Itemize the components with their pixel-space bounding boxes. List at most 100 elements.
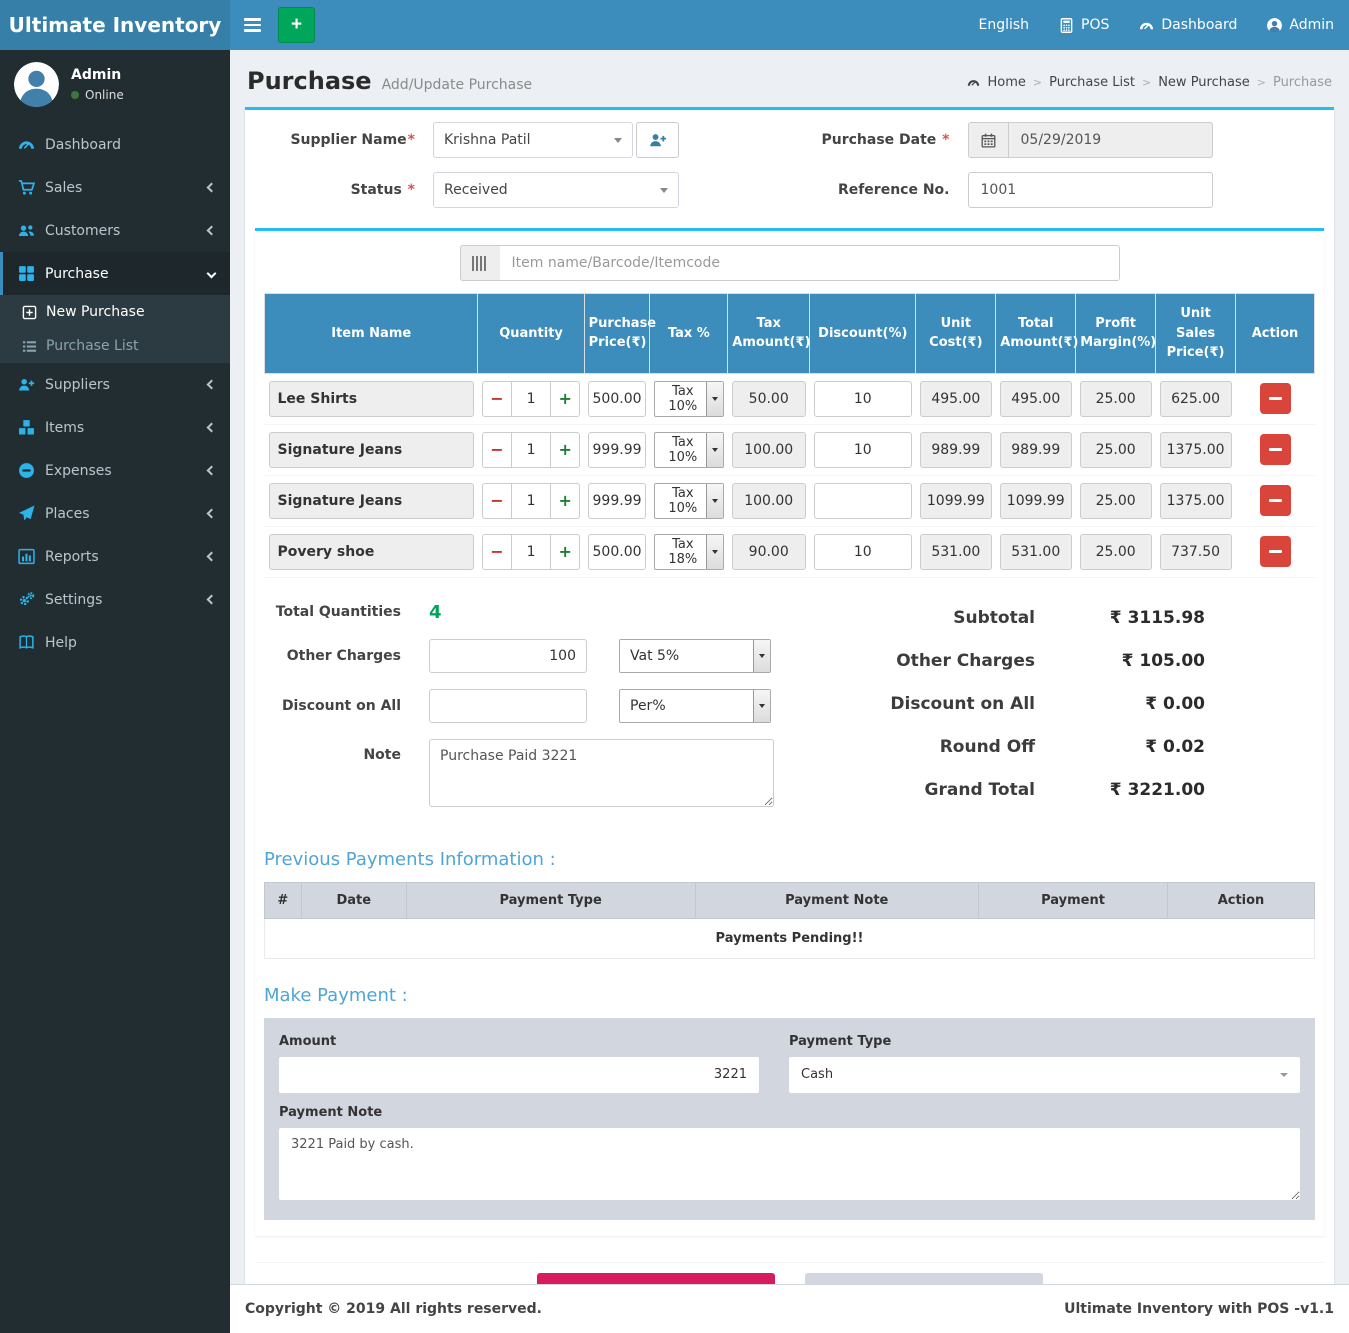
sidebar-item-sales[interactable]: Sales [0, 166, 230, 209]
sidebar-item-suppliers[interactable]: Suppliers [0, 363, 230, 406]
discount-input[interactable] [814, 534, 912, 570]
select-dropdown-button[interactable] [706, 484, 723, 518]
breadcrumb-new-purchase[interactable]: New Purchase [1158, 75, 1250, 90]
tax-select[interactable]: Tax 10% [654, 381, 724, 417]
qty-decrease-button[interactable]: − [483, 382, 512, 416]
sidebar-item-places[interactable]: Places [0, 492, 230, 535]
qty-decrease-button[interactable]: − [483, 433, 512, 467]
purchase-submenu: New Purchase Purchase List [0, 295, 230, 363]
quick-add-button[interactable]: + [278, 7, 315, 43]
calculator-icon [1059, 18, 1074, 33]
breadcrumb-purchase-list[interactable]: Purchase List [1049, 75, 1135, 90]
discount-input[interactable] [814, 381, 912, 417]
tax-select[interactable]: Tax 18% [654, 534, 724, 570]
totals-section: Total Quantities 4 Other Charges Vat 5% [264, 602, 1315, 823]
nav-language[interactable]: English [963, 0, 1044, 50]
item-row: Signature Jeans − 1 + [265, 424, 1315, 475]
other-charges-type-select[interactable]: Vat 5% [619, 639, 771, 673]
top-navbar: Ultimate Inventory + English POS Dashboa… [0, 0, 1349, 50]
sidebar-toggle-icon[interactable] [230, 0, 275, 50]
profit-margin-value: 25.00 [1080, 432, 1152, 468]
select-dropdown-button[interactable] [753, 690, 770, 722]
sidebar-item-help[interactable]: Help [0, 621, 230, 664]
purchase-price-input[interactable] [588, 483, 646, 519]
discount-input[interactable] [814, 432, 912, 468]
purchase-price-input[interactable] [588, 381, 646, 417]
breadcrumb-home[interactable]: Home [987, 75, 1025, 90]
qty-value[interactable]: 1 [512, 535, 550, 569]
purchase-form-panel: Supplier Name* Krishna Patil Purchase Da… [245, 107, 1334, 1284]
status-select[interactable]: Received [433, 172, 679, 208]
app-logo[interactable]: Ultimate Inventory [0, 0, 230, 50]
chevron-left-icon [207, 595, 217, 605]
online-status-dot [71, 91, 79, 99]
qty-increase-button[interactable]: + [550, 484, 579, 518]
plus-icon: + [291, 14, 302, 36]
sidebar: Admin Online Dashboard Sales Customers P… [0, 50, 230, 1333]
supplier-select[interactable]: Krishna Patil [433, 122, 633, 158]
select-dropdown-button[interactable] [706, 433, 723, 467]
qty-decrease-button[interactable]: − [483, 484, 512, 518]
qty-increase-button[interactable]: + [550, 535, 579, 569]
select-dropdown-button[interactable] [706, 382, 723, 416]
nav-pos[interactable]: POS [1044, 0, 1124, 50]
purchase-price-input[interactable] [588, 432, 646, 468]
sidebar-item-expenses[interactable]: Expenses [0, 449, 230, 492]
calendar-addon[interactable] [968, 122, 1008, 158]
calendar-icon [981, 133, 996, 148]
item-search-input[interactable] [500, 245, 1120, 281]
payment-note-textarea[interactable]: 3221 Paid by cash. [279, 1128, 1300, 1200]
sidebar-item-purchase-list[interactable]: Purchase List [0, 329, 230, 363]
sidebar-item-purchase[interactable]: Purchase [0, 252, 230, 295]
col-hash: # [265, 882, 302, 918]
qty-decrease-button[interactable]: − [483, 535, 512, 569]
col-profit-margin: Profit Margin(%) [1076, 294, 1156, 374]
remove-item-button[interactable] [1260, 383, 1291, 414]
qty-value[interactable]: 1 [512, 484, 550, 518]
add-supplier-button[interactable] [636, 122, 679, 158]
payment-type-select[interactable]: Cash [789, 1057, 1300, 1093]
qty-value[interactable]: 1 [512, 382, 550, 416]
note-textarea[interactable]: Purchase Paid 3221 [429, 739, 774, 807]
minus-circle-icon [18, 462, 35, 479]
profit-margin-value: 25.00 [1080, 483, 1152, 519]
qty-increase-button[interactable]: + [550, 433, 579, 467]
nav-dashboard[interactable]: Dashboard [1124, 0, 1252, 50]
tax-value: Tax 18% [655, 535, 706, 569]
sidebar-item-items[interactable]: Items [0, 406, 230, 449]
make-payment-heading: Make Payment : [264, 985, 1315, 1006]
discount-input[interactable] [814, 483, 912, 519]
qty-increase-button[interactable]: + [550, 382, 579, 416]
page-footer: Copyright © 2019 All rights reserved. Ul… [230, 1284, 1349, 1333]
sidebar-item-dashboard[interactable]: Dashboard [0, 123, 230, 166]
discount-on-all-input[interactable] [429, 689, 587, 723]
sidebar-item-new-purchase[interactable]: New Purchase [0, 295, 230, 329]
tax-select[interactable]: Tax 10% [654, 483, 724, 519]
remove-item-button[interactable] [1260, 485, 1291, 516]
other-charges-input[interactable] [429, 639, 587, 673]
close-button[interactable]: Close [805, 1273, 1043, 1285]
select-dropdown-button[interactable] [706, 535, 723, 569]
unit-sales-price-value: 1375.00 [1160, 432, 1232, 468]
status-label: Status * [255, 182, 415, 198]
save-button[interactable]: Save [537, 1273, 775, 1285]
nav-user-menu[interactable]: Admin [1252, 0, 1349, 50]
chevron-down-icon [207, 269, 217, 279]
sidebar-item-reports[interactable]: Reports [0, 535, 230, 578]
remove-item-button[interactable] [1260, 536, 1291, 567]
discount-type-select[interactable]: Per% [619, 689, 771, 723]
tax-select[interactable]: Tax 10% [654, 432, 724, 468]
sidebar-item-customers[interactable]: Customers [0, 209, 230, 252]
amount-input[interactable] [279, 1057, 759, 1093]
col-purchase-price: Purchase Price(₹) [584, 294, 650, 374]
sidebar-item-settings[interactable]: Settings [0, 578, 230, 621]
select-dropdown-button[interactable] [753, 640, 770, 672]
breadcrumb-separator: > [1142, 76, 1151, 89]
qty-value[interactable]: 1 [512, 433, 550, 467]
purchase-price-input[interactable] [588, 534, 646, 570]
remove-item-button[interactable] [1260, 434, 1291, 465]
total-amount-value: 989.99 [1000, 432, 1072, 468]
discount-on-all-label: Discount on All [264, 698, 401, 714]
reference-no-input[interactable] [968, 172, 1213, 208]
tax-amount-value: 100.00 [732, 483, 806, 519]
